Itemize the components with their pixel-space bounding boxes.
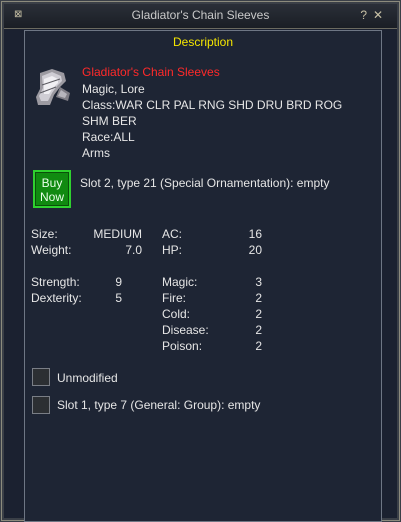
window-title: Gladiator's Chain Sleeves [131, 8, 270, 22]
dexterity-label: Dexterity: [31, 291, 82, 305]
weight-value: 7.0 [125, 243, 142, 257]
title-bar[interactable]: ⊠ Gladiator's Chain Sleeves ? ✕ [4, 4, 397, 29]
unmodified-label: Unmodified [57, 371, 118, 385]
hp-label: HP: [162, 243, 183, 257]
weight-label: Weight: [31, 243, 72, 257]
race-line: Race:ALL [82, 130, 135, 144]
fire-resist-value: 2 [255, 291, 262, 305]
help-icon[interactable]: ? [360, 7, 367, 23]
hp-value: 20 [248, 243, 262, 257]
cold-resist-label: Cold: [162, 307, 191, 321]
disease-resist-label: Disease: [162, 323, 209, 337]
size-value: MEDIUM [93, 227, 142, 241]
class-list-line2: SHM BER [82, 114, 137, 128]
item-flags: Magic, Lore [82, 82, 145, 96]
ac-value: 16 [248, 227, 262, 241]
augment-slot-1-text: Slot 1, type 7 (General: Group): empty [57, 398, 261, 412]
item-display-window: ⊠ Gladiator's Chain Sleeves ? ✕ Descript… [0, 0, 401, 522]
slot-line: Arms [82, 146, 110, 160]
description-panel: Description Gladiator's Chain Sleeves Ma… [24, 30, 382, 522]
dexterity-value: 5 [115, 291, 122, 305]
cold-resist-value: 2 [255, 307, 262, 321]
item-name: Gladiator's Chain Sleeves [82, 65, 220, 79]
close-icon[interactable]: ✕ [373, 7, 383, 23]
magic-resist-label: Magic: [162, 275, 198, 289]
size-label: Size: [31, 227, 58, 241]
augment-slot-1-box[interactable] [32, 396, 50, 414]
ac-label: AC: [162, 227, 183, 241]
fire-resist-label: Fire: [162, 291, 186, 305]
strength-label: Strength: [31, 275, 80, 289]
poison-resist-value: 2 [255, 339, 262, 353]
chain-sleeves-icon [36, 69, 70, 105]
strength-value: 9 [115, 275, 122, 289]
augment-slot-2-text: Slot 2, type 21 (Special Ornamentation):… [80, 176, 330, 190]
unmodified-slot-icon[interactable] [32, 368, 50, 386]
disease-resist-value: 2 [255, 323, 262, 337]
poison-resist-label: Poison: [162, 339, 203, 353]
class-list-line1: Class:WAR CLR PAL RNG SHD DRU BRD ROG [82, 98, 343, 112]
description-header: Description [172, 35, 234, 49]
buy-now-button[interactable]: Buy Now [33, 170, 71, 208]
magic-resist-value: 3 [255, 275, 262, 289]
